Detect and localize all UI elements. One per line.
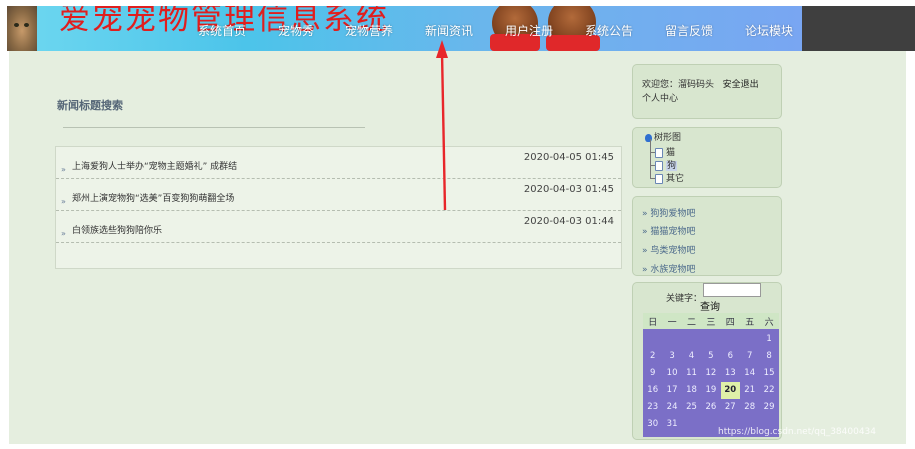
calendar-weekday: 二 — [686, 318, 696, 328]
news-item[interactable]: » 白领族选些狗狗陪你乐 2020-04-03 01:44 — [56, 211, 621, 243]
username: 溜码码头 — [678, 80, 715, 90]
keyword-label: 关键字： — [666, 294, 703, 304]
bullet-icon: » — [61, 229, 66, 238]
calendar-day[interactable]: 11 — [682, 365, 701, 382]
news-title[interactable]: 上海爱狗人士举办“宠物主题婚礼” 成群结 — [72, 159, 237, 172]
calendar-day[interactable]: 24 — [662, 399, 681, 416]
news-date: 2020-04-03 01:45 — [523, 184, 614, 195]
tree-node-cat[interactable]: 猫 — [655, 145, 675, 158]
calendar-day[interactable]: 2 — [643, 348, 662, 365]
header-banner: 爱宠宠物管理信息系统 系统首页 宠物秀 宠物营养 新闻资讯 用户注册 系统公告 … — [7, 6, 802, 51]
calendar-day[interactable]: 23 — [643, 399, 662, 416]
calendar-day[interactable]: 5 — [701, 348, 720, 365]
calendar-day[interactable]: 31 — [662, 416, 681, 433]
keyword-input[interactable] — [703, 283, 761, 297]
calendar-day[interactable]: 27 — [721, 399, 740, 416]
tree-node-label: 其它 — [666, 174, 685, 184]
nav-register[interactable]: 用户注册 — [505, 22, 553, 39]
calendar-weekday: 五 — [745, 318, 755, 328]
calendar-day[interactable]: 29 — [759, 399, 778, 416]
category-link[interactable]: » 鸟类宠物吧 — [642, 243, 695, 256]
bullet-icon: » — [61, 165, 66, 174]
welcome-line: 欢迎您：溜码码头 安全退出 — [642, 77, 759, 90]
nav-feedback[interactable]: 留言反馈 — [665, 22, 713, 39]
user-center-link[interactable]: 个人中心 — [642, 91, 678, 104]
arrow-head — [436, 40, 448, 58]
calendar-day[interactable]: 1 — [759, 331, 778, 348]
category-link[interactable]: » 水族宠物吧 — [642, 262, 695, 275]
divider — [63, 127, 365, 128]
cat-image — [7, 6, 37, 51]
tree-line — [650, 139, 651, 179]
nav-home[interactable]: 系统首页 — [198, 22, 246, 39]
calendar-weekday: 三 — [706, 318, 716, 328]
calendar-weekday: 一 — [667, 318, 677, 328]
calendar-day[interactable]: 4 — [682, 348, 701, 365]
red-arrow-annotation — [436, 40, 448, 211]
news-title[interactable]: 郑州上演宠物狗“选美”百变狗狗萌翻全场 — [72, 191, 234, 204]
calendar-day[interactable]: 14 — [740, 365, 759, 382]
calendar-day[interactable]: 28 — [740, 399, 759, 416]
tree-root-label: 树形图 — [654, 133, 682, 143]
calendar-day[interactable]: 10 — [662, 365, 681, 382]
calendar: 日一二三四五六 1 2 3 4 5 6 7 8 9 10 11 12 13 14 15 16 17 18 19 20 2… — [643, 313, 779, 437]
nav-pet-nutrition[interactable]: 宠物营养 — [345, 22, 393, 39]
nav-forum[interactable]: 论坛模块 — [745, 22, 793, 39]
header-dark-strip — [802, 6, 915, 51]
logout-link[interactable]: 安全退出 — [723, 80, 759, 90]
calendar-day[interactable]: 7 — [740, 348, 759, 365]
news-list: » 上海爱狗人士举办“宠物主题婚礼” 成群结 2020-04-05 01:45 … — [55, 146, 622, 269]
tree-node-label: 猫 — [666, 148, 676, 158]
calendar-day[interactable]: 22 — [759, 382, 778, 399]
calendar-day[interactable]: 3 — [662, 348, 681, 365]
calendar-day[interactable]: 9 — [643, 365, 662, 382]
welcome-prefix: 欢迎您： — [642, 80, 679, 90]
nav-pet-show[interactable]: 宠物秀 — [278, 22, 314, 39]
calendar-weekday: 日 — [648, 318, 658, 328]
news-item[interactable]: » 上海爱狗人士举办“宠物主题婚礼” 成群结 2020-04-05 01:45 — [56, 147, 621, 179]
category-link[interactable]: » 狗狗爱物吧 — [642, 206, 695, 219]
document-icon — [655, 173, 663, 184]
calendar-day[interactable]: 20 — [720, 382, 740, 399]
calendar-day[interactable]: 25 — [682, 399, 701, 416]
bullet-icon: » — [61, 197, 66, 206]
news-search-title: 新闻标题搜索 — [57, 99, 123, 112]
nav-announcements[interactable]: 系统公告 — [585, 22, 633, 39]
document-icon — [655, 147, 663, 158]
watermark: https://blog.csdn.net/qq_38400434 — [718, 427, 877, 437]
calendar-day[interactable]: 17 — [662, 382, 681, 399]
category-tree: 树形图 猫 狗 其它 — [632, 127, 782, 188]
news-date: 2020-04-03 01:44 — [523, 216, 614, 227]
document-icon — [655, 160, 663, 171]
search-button[interactable]: 查询 — [700, 298, 720, 313]
nav-news[interactable]: 新闻资讯 — [425, 22, 473, 39]
calendar-day[interactable]: 18 — [682, 382, 701, 399]
calendar-weekday-header: 日一二三四五六 — [643, 313, 779, 329]
arrow-shaft — [440, 51, 447, 211]
calendar-weekday: 四 — [725, 318, 735, 328]
calendar-day[interactable]: 15 — [759, 365, 778, 382]
calendar-day[interactable]: 13 — [721, 365, 740, 382]
tree-node-label: 狗 — [666, 161, 678, 171]
category-link[interactable]: » 猫猫宠物吧 — [642, 224, 695, 237]
calendar-day[interactable]: 19 — [701, 382, 720, 399]
tree-node-dog[interactable]: 狗 — [655, 158, 678, 171]
calendar-day[interactable]: 8 — [759, 348, 778, 365]
pet-category-links: » 狗狗爱物吧 » 猫猫宠物吧 » 鸟类宠物吧 » 水族宠物吧 — [632, 196, 782, 276]
news-date: 2020-04-05 01:45 — [523, 152, 614, 163]
tree-node-other[interactable]: 其它 — [655, 171, 684, 184]
news-title[interactable]: 白领族选些狗狗陪你乐 — [72, 223, 162, 236]
calendar-day[interactable]: 16 — [643, 382, 662, 399]
calendar-day[interactable]: 26 — [701, 399, 720, 416]
calendar-day[interactable]: 6 — [721, 348, 740, 365]
calendar-weekday: 六 — [764, 318, 774, 328]
calendar-day[interactable]: 12 — [701, 365, 720, 382]
calendar-day[interactable]: 21 — [740, 382, 759, 399]
news-item[interactable]: » 郑州上演宠物狗“选美”百变狗狗萌翻全场 2020-04-03 01:45 — [56, 179, 621, 211]
welcome-panel: 欢迎您：溜码码头 安全退出 个人中心 — [632, 64, 782, 119]
calendar-day[interactable]: 30 — [643, 416, 662, 433]
search-calendar-panel: 关键字： 查询 日一二三四五六 1 2 3 4 5 6 7 8 9 10 11 12 13 14 15 16 1… — [632, 282, 782, 440]
